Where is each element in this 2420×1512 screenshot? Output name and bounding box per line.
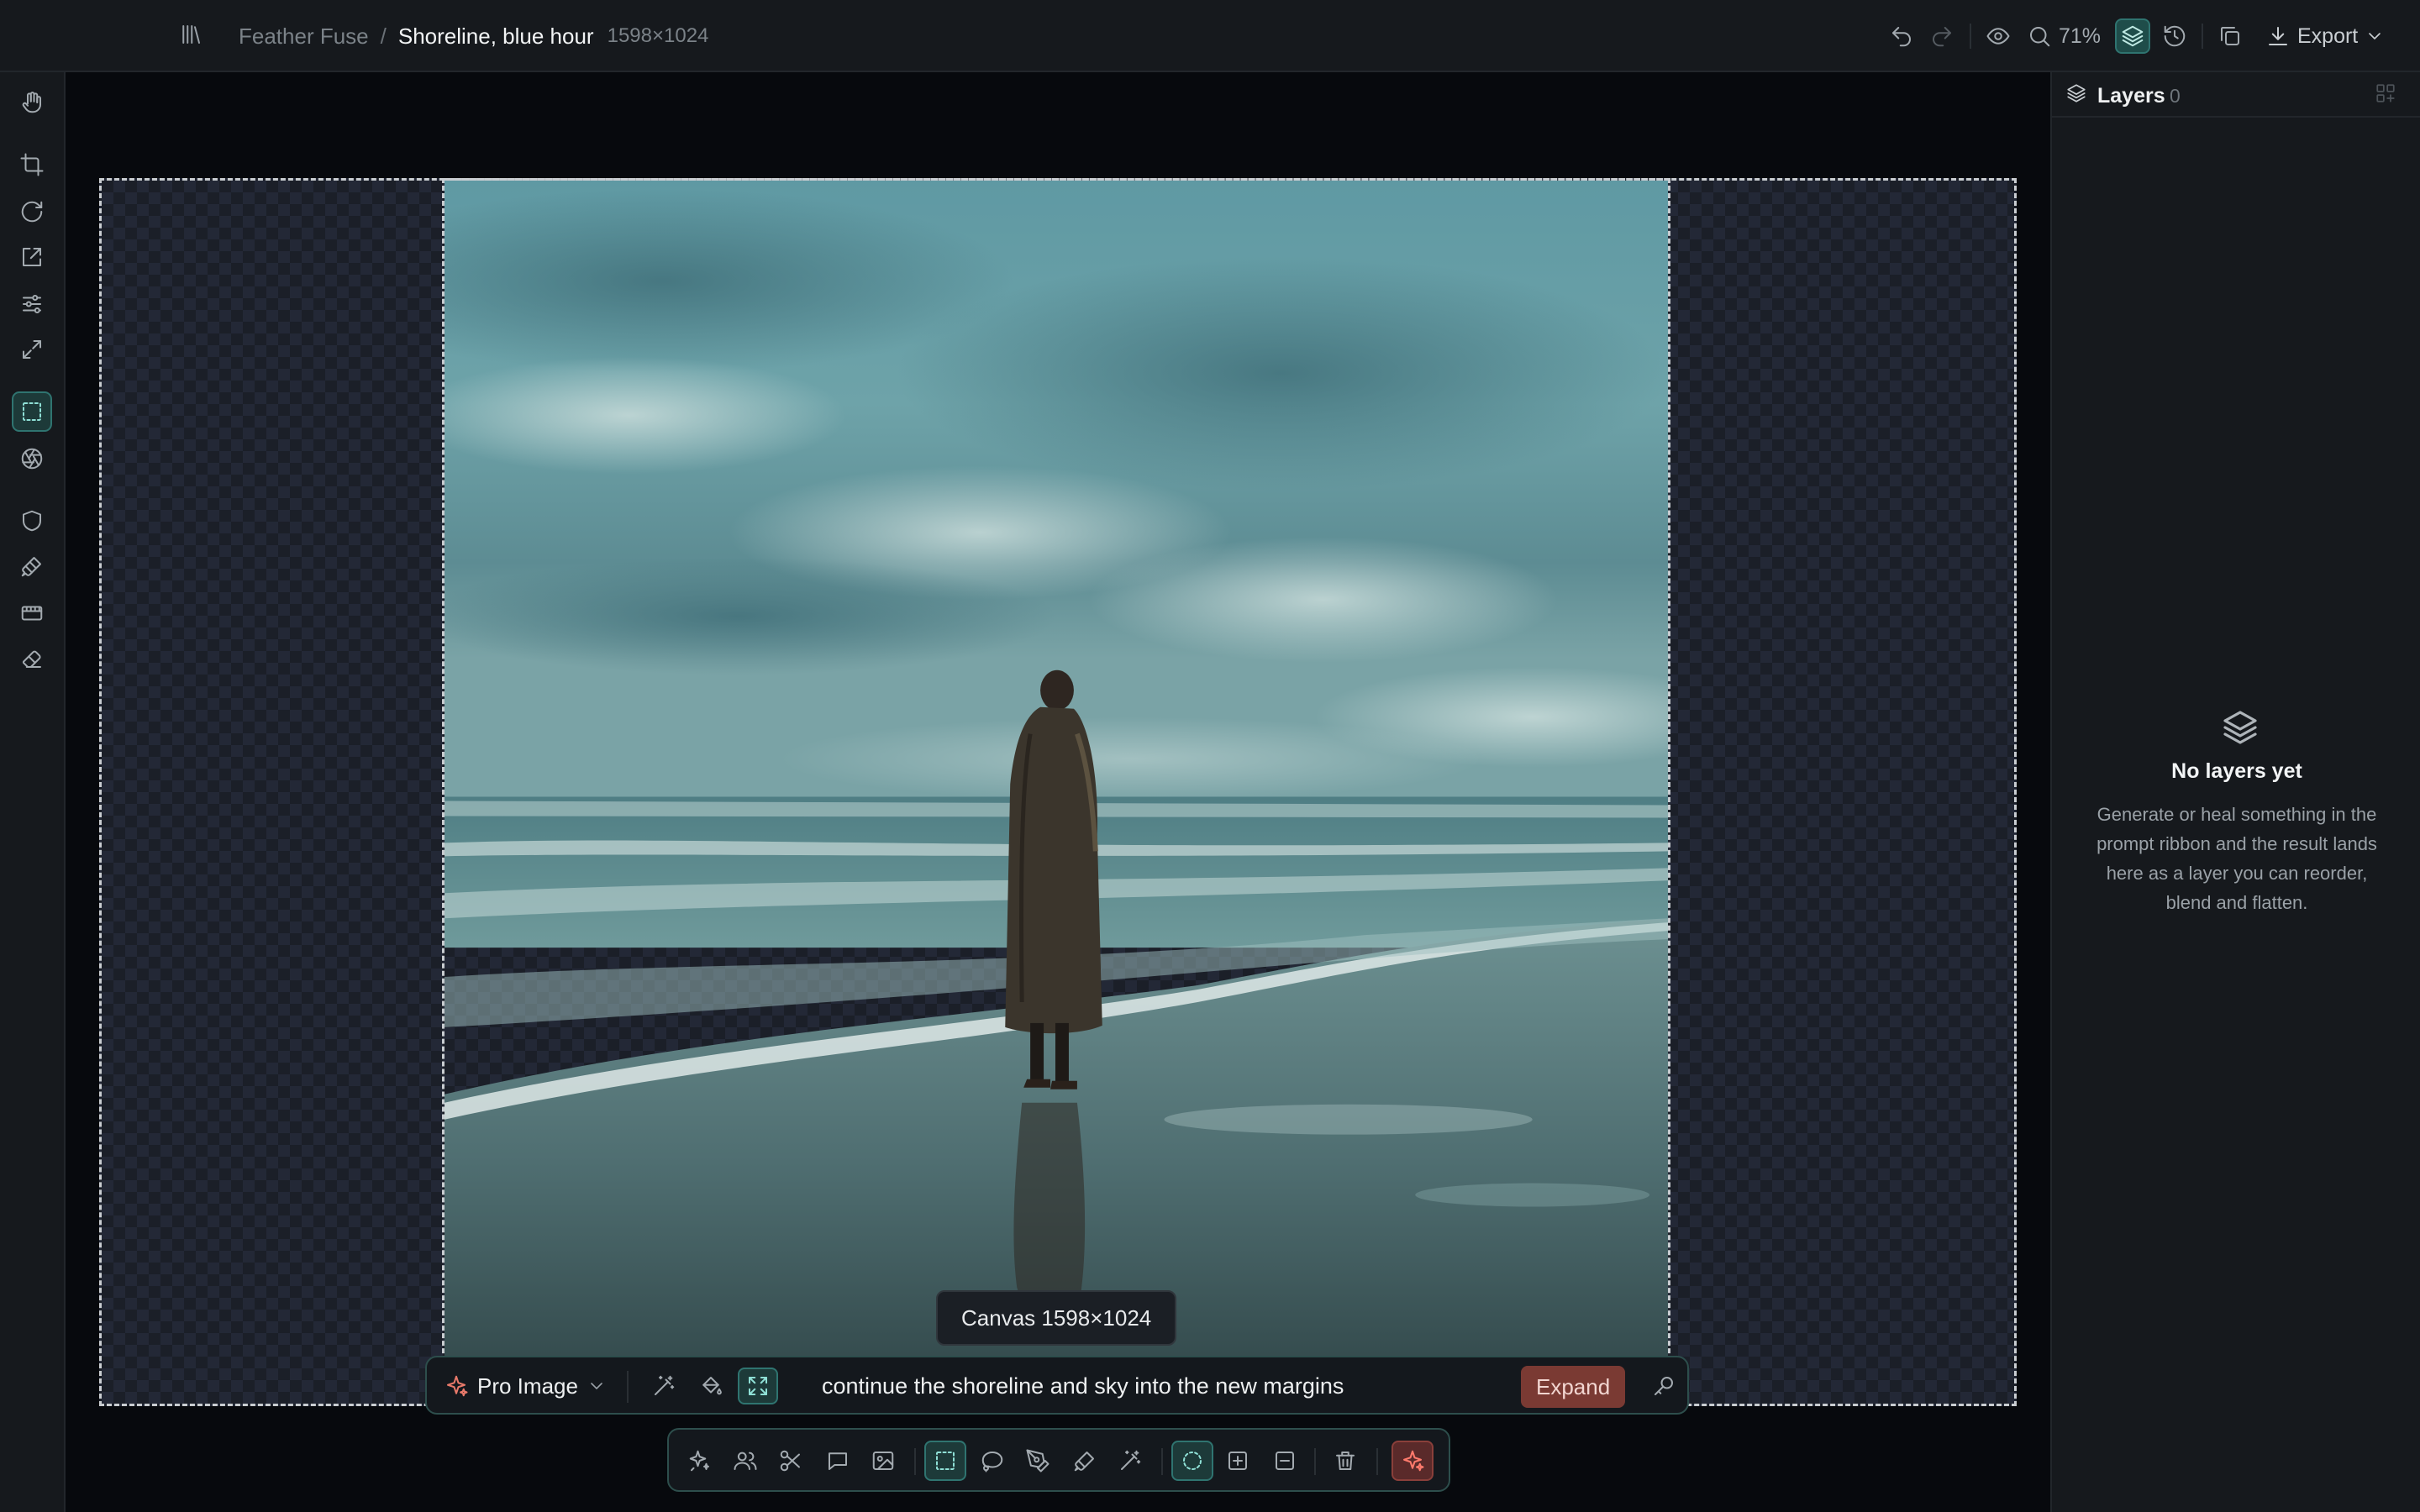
paint-bucket-icon (702, 1377, 722, 1395)
export-label: Export (2297, 24, 2359, 48)
layers-options-icon[interactable] (2375, 82, 2400, 108)
divider (914, 1448, 916, 1475)
zoom-control[interactable]: 71% (2027, 22, 2101, 50)
magic-wand-mode-button[interactable] (644, 1368, 684, 1404)
sparkle-icon (447, 1375, 468, 1397)
adjustments-tool-icon[interactable] (12, 284, 52, 324)
selection-toolbar (667, 1428, 1450, 1492)
divider (1314, 1448, 1316, 1475)
layers-panel: Layers 0 No layers yet Generate or heal … (2050, 72, 2420, 1512)
prompt-ribbon: Pro Image Expand (425, 1356, 1689, 1415)
layers-icon (2122, 25, 2144, 47)
brush-tool-icon[interactable] (12, 546, 52, 586)
download-icon (2269, 27, 2287, 45)
comment-icon[interactable] (817, 1441, 859, 1481)
canvas-size-tooltip: Canvas 1598×1024 (936, 1290, 1177, 1346)
zoom-level: 71% (2059, 24, 2102, 48)
layers-count: 0 (2170, 85, 2181, 107)
magic-select-icon[interactable] (1109, 1441, 1151, 1481)
ellipse-select-icon[interactable] (1171, 1441, 1213, 1481)
sparkle-icon (1403, 1450, 1424, 1472)
expand-button[interactable]: Expand (1521, 1366, 1626, 1408)
layers-icon (2065, 82, 2091, 108)
lasso-icon[interactable] (971, 1441, 1013, 1481)
layers-title: Layers (2097, 84, 2165, 108)
expand-tool-icon[interactable] (12, 329, 52, 370)
duplicate-icon[interactable] (2216, 22, 2244, 50)
layers-panel-toggle[interactable] (2115, 18, 2150, 54)
model-name: Pro Image (477, 1373, 578, 1399)
tool-sidebar (0, 72, 66, 1512)
layers-panel-header: Layers 0 (2052, 72, 2420, 118)
film-strip-tool-icon[interactable] (12, 593, 52, 633)
generate-sparkle-button[interactable] (1392, 1441, 1434, 1481)
pen-tool-icon[interactable] (1017, 1441, 1059, 1481)
breadcrumb-separator: / (380, 23, 387, 49)
history-icon[interactable] (2160, 22, 2189, 50)
document-title[interactable]: Shoreline, blue hour (398, 24, 594, 50)
magic-wand-icon (655, 1375, 675, 1395)
beach-photo (445, 181, 1668, 1406)
scissors-icon[interactable] (770, 1441, 812, 1481)
image-icon[interactable] (862, 1441, 904, 1481)
shield-tool-icon[interactable] (12, 501, 52, 541)
expand-arrows-icon (749, 1377, 767, 1395)
redo-button[interactable] (1928, 22, 1956, 50)
breadcrumb-project[interactable]: Feather Fuse (239, 24, 369, 50)
marquee-select-tool-icon[interactable] (12, 391, 52, 432)
crop-tool-icon[interactable] (12, 144, 52, 185)
add-selection-icon[interactable] (1217, 1441, 1259, 1481)
divider (2202, 24, 2203, 49)
empty-layers-description: Generate or heal something in the prompt… (2096, 804, 2377, 913)
fill-bucket-mode-button[interactable] (691, 1368, 731, 1404)
empty-layers-title: No layers yet (2171, 759, 2302, 783)
preview-eye-icon[interactable] (1984, 22, 2012, 50)
rect-select-icon[interactable] (924, 1441, 966, 1481)
breadcrumb: Feather Fuse / Shoreline, blue hour 1598… (239, 22, 708, 50)
export-button[interactable]: Export (2265, 22, 2385, 50)
divider (1970, 24, 1971, 49)
eraser-tool-icon[interactable] (12, 638, 52, 679)
select-people-icon[interactable] (724, 1441, 766, 1481)
rotate-tool-icon[interactable] (12, 192, 52, 232)
divider (1376, 1448, 1378, 1475)
brush-select-icon[interactable] (1064, 1441, 1106, 1481)
resize-tool-icon[interactable] (12, 237, 52, 277)
expand-mode-button[interactable] (738, 1368, 778, 1404)
canvas-stage[interactable]: Canvas 1598×1024 Pro Image Expand (66, 72, 2050, 1512)
divider (1161, 1448, 1163, 1475)
trash-icon[interactable] (1324, 1441, 1366, 1481)
library-icon[interactable] (178, 22, 207, 50)
empty-layers-icon (2220, 707, 2260, 748)
divider (627, 1371, 629, 1403)
chevron-down-icon (591, 1383, 602, 1389)
undo-button[interactable] (1887, 22, 1916, 50)
prompt-input[interactable] (822, 1368, 1511, 1404)
document-dimensions: 1598×1024 (607, 24, 709, 47)
model-selector[interactable]: Pro Image (444, 1371, 607, 1401)
aperture-tool-icon[interactable] (12, 438, 52, 479)
chevron-down-icon (2369, 33, 2381, 39)
subtract-selection-icon[interactable] (1264, 1441, 1306, 1481)
hand-tool-icon[interactable] (12, 82, 52, 123)
auto-select-icon[interactable] (679, 1441, 721, 1481)
canvas-image[interactable] (442, 178, 1670, 1406)
top-bar: Feather Fuse / Shoreline, blue hour 1598… (0, 0, 2420, 72)
key-icon[interactable] (1647, 1369, 1681, 1403)
search-icon (2030, 27, 2050, 47)
